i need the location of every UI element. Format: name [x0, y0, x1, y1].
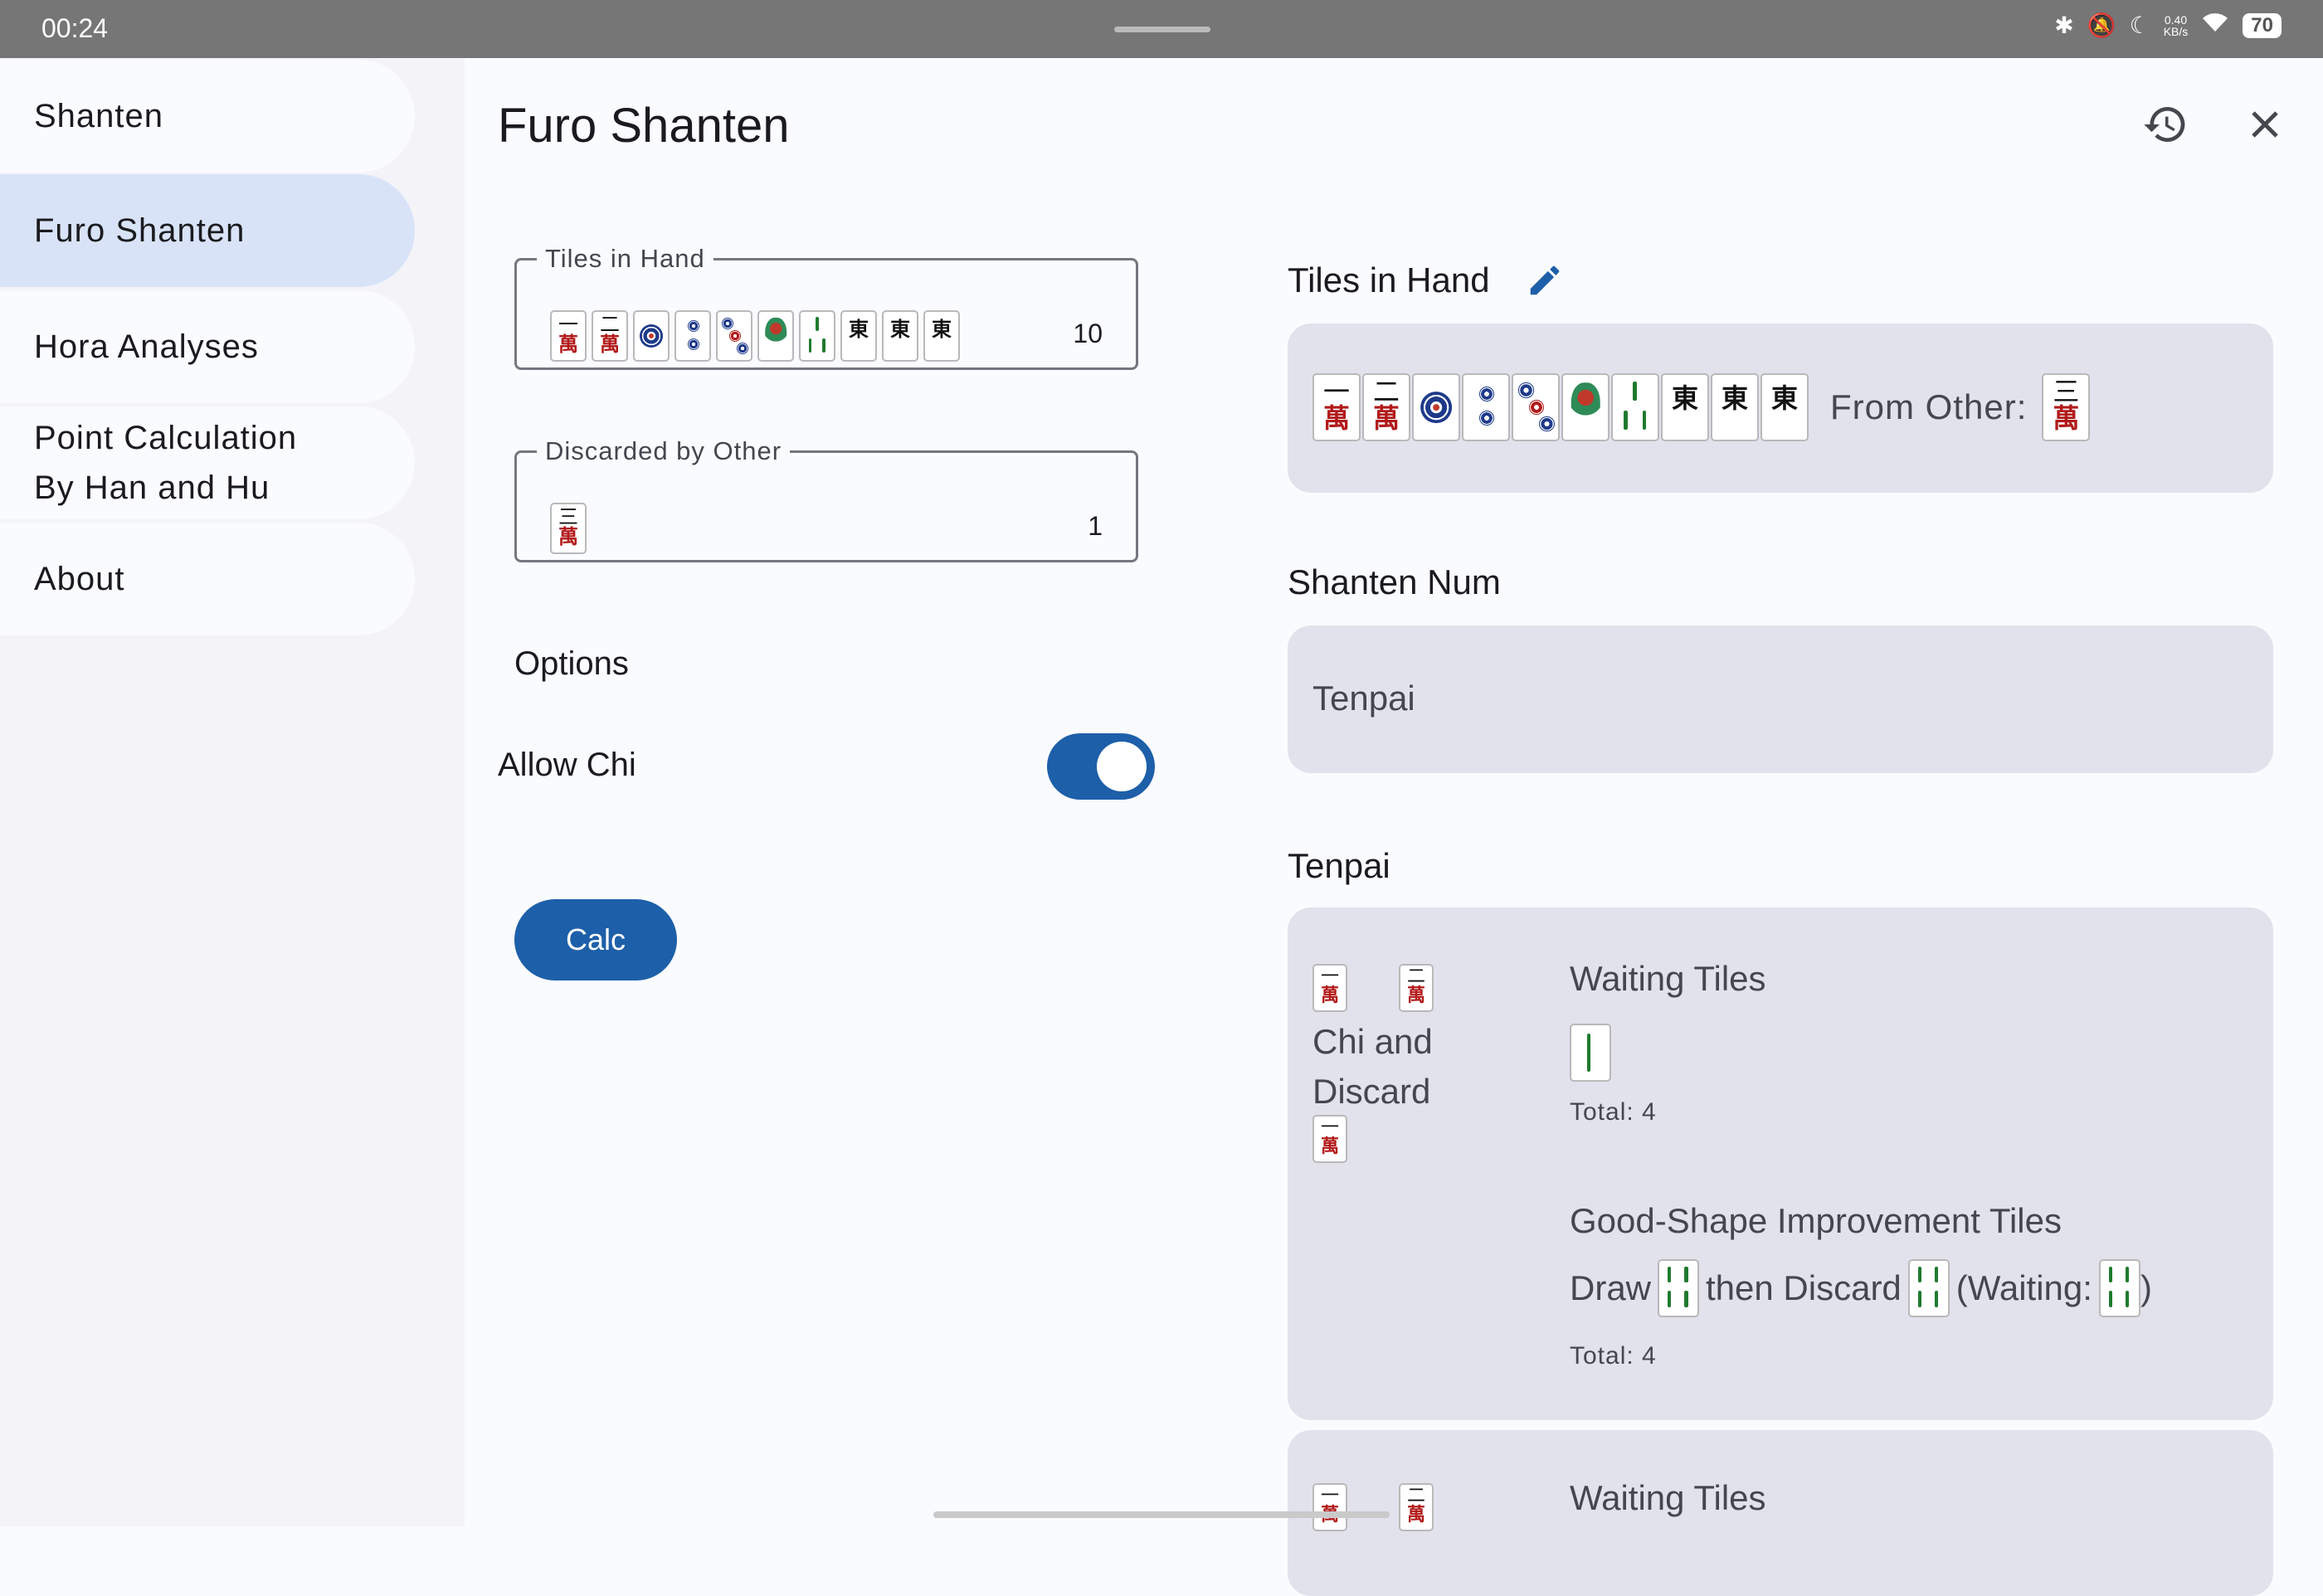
pencil-icon[interactable] [1512, 247, 1578, 314]
sidebar-item-hora-analyses[interactable]: Hora Analyses [0, 290, 415, 403]
tile-1s [1561, 373, 1610, 441]
discarded-row: 三萬 [550, 503, 587, 554]
waiting-tiles-title: Waiting Tiles [1570, 1478, 1766, 1517]
waiting-open-label: (Waiting: [1955, 1268, 2092, 1307]
tile-1p [633, 310, 670, 362]
tile-3p [716, 310, 752, 362]
net-speed: 0.40 KB/s [2163, 12, 2189, 38]
wifi-icon [2201, 12, 2229, 39]
tile-2m: 二萬 [592, 310, 628, 362]
tenpai-card-2: 一萬 二萬 Waiting Tiles [1288, 1430, 2273, 1596]
bluetooth-icon: ✱ [2054, 12, 2074, 38]
sidebar-item-label: Hora Analyses [34, 328, 259, 365]
waiting-total: Total: 4 [1570, 1098, 1657, 1126]
tenpai-title: Tenpai [1288, 846, 1390, 885]
tile-1s [757, 310, 794, 362]
tile-2m: 二萬 [1399, 1483, 1434, 1531]
waiting-tiles-title: Waiting Tiles [1570, 959, 1766, 998]
status-icons: ✱ 🔕 ☾ 0.40 KB/s 70 [2054, 12, 2282, 39]
close-icon[interactable] [2232, 91, 2298, 158]
tile-east: 東 [1711, 373, 1759, 441]
window-handle[interactable] [1114, 27, 1210, 32]
tile-1m: 一萬 [1312, 1115, 1347, 1163]
discarded-count: 1 [1088, 511, 1103, 541]
tile-1m: 一萬 [1312, 964, 1347, 1012]
allow-chi-toggle[interactable] [1047, 733, 1155, 800]
status-time: 00:24 [41, 13, 109, 43]
tile-2m: 二萬 [1399, 964, 1434, 1012]
tile-4s [1907, 1259, 1950, 1317]
chi-and-discard-label: Chi and Discard [1312, 1022, 1433, 1111]
tile-1s-bamboo [1570, 1024, 1611, 1082]
discarded-by-other-label: Discarded by Other [545, 436, 782, 465]
tile-3m: 三萬 [2042, 373, 2091, 441]
tile-3s [1611, 373, 1659, 441]
sidebar-item-label: Point Calculation By Han and Hu [34, 420, 298, 506]
sidebar-item-label: Shanten [34, 97, 164, 134]
discarded-by-other-field[interactable]: Discarded by Other 三萬 1 [514, 436, 1138, 562]
tiles-in-hand-label: Tiles in Hand [545, 244, 705, 273]
tile-3p [1512, 373, 1560, 441]
battery-icon: 70 [2243, 12, 2282, 38]
sidebar-item-label: Furo Shanten [34, 212, 246, 249]
sidebar: Shanten Furo Shanten Hora Analyses Point… [0, 58, 465, 1526]
tiles-in-hand-row: 一萬 二萬 東 東 東 [550, 310, 960, 362]
good-shape-row: Draw then Discard (Waiting: ) [1570, 1259, 2152, 1317]
shanten-num-card: Tenpai [1288, 625, 2273, 773]
result-tiles-row: 一萬 二萬 東 東 東 From Other: 三萬 [1312, 373, 2091, 441]
tile-2p [1462, 373, 1510, 441]
sidebar-item-about[interactable]: About [0, 523, 415, 635]
shanten-value: Tenpai [1312, 679, 1415, 718]
shanten-num-title: Shanten Num [1288, 562, 1501, 601]
tile-4s [1658, 1259, 1700, 1317]
tile-4s [2098, 1259, 2140, 1317]
allow-chi-label: Allow Chi [498, 747, 636, 783]
good-shape-total: Total: 4 [1570, 1342, 1657, 1370]
page-title: Furo Shanten [498, 99, 790, 153]
tile-1m: 一萬 [550, 310, 587, 362]
moon-icon: ☾ [2129, 12, 2150, 38]
toggle-knob [1097, 742, 1147, 791]
tenpai-card-1: 一萬 二萬 Chi and Discard 一萬 Waiting Tiles T… [1288, 907, 2273, 1420]
gesture-bar[interactable] [933, 1511, 1390, 1518]
tile-east: 東 [923, 310, 960, 362]
tile-1m: 一萬 [1312, 1483, 1347, 1531]
sidebar-item-point-calculation[interactable]: Point Calculation By Han and Hu [0, 406, 415, 519]
tile-east: 東 [1661, 373, 1709, 441]
draw-label: Draw [1570, 1268, 1652, 1307]
good-shape-title: Good-Shape Improvement Tiles [1570, 1201, 2062, 1240]
tile-3m: 三萬 [550, 503, 587, 554]
sidebar-item-shanten[interactable]: Shanten [0, 60, 415, 173]
sidebar-item-label: About [34, 560, 125, 597]
tile-east: 東 [840, 310, 877, 362]
tile-east: 東 [882, 310, 918, 362]
tiles-in-hand-count: 10 [1073, 319, 1103, 348]
calc-button[interactable]: Calc [514, 899, 677, 980]
tile-east: 東 [1761, 373, 1809, 441]
mute-icon: 🔕 [2087, 12, 2116, 38]
history-icon[interactable] [2132, 91, 2199, 158]
waiting-close-label: ) [2140, 1268, 2152, 1307]
tile-2p [674, 310, 711, 362]
status-bar: 00:24 ✱ 🔕 ☾ 0.40 KB/s 70 [0, 0, 2323, 58]
sidebar-item-furo-shanten[interactable]: Furo Shanten [0, 174, 415, 287]
then-discard-label: then Discard [1706, 1268, 1902, 1307]
tile-3s [799, 310, 835, 362]
result-tiles-card: 一萬 二萬 東 東 東 From Other: 三萬 [1288, 324, 2273, 493]
from-other-label: From Other: [1830, 387, 2028, 426]
tiles-in-hand-field[interactable]: Tiles in Hand 一萬 二萬 東 東 東 10 [514, 244, 1138, 370]
tile-2m: 二萬 [1362, 373, 1410, 441]
result-tiles-title: Tiles in Hand [1288, 260, 1490, 299]
tile-1m: 一萬 [1312, 373, 1361, 441]
options-title: Options [514, 645, 629, 682]
tile-1p [1412, 373, 1460, 441]
